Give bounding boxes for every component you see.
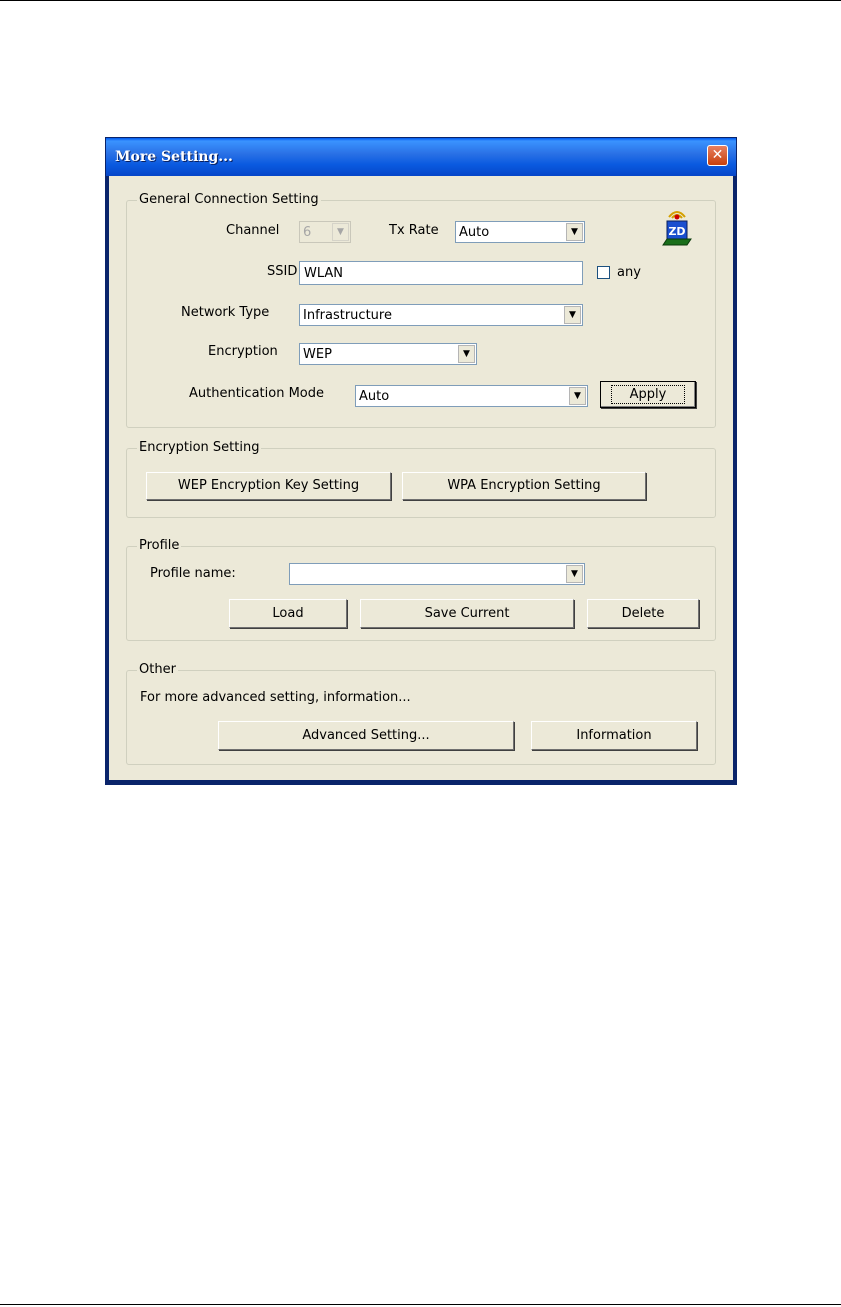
network-type-select[interactable]: Infrastructure ▼ bbox=[299, 304, 583, 326]
dialog-title: More Setting... bbox=[115, 149, 233, 165]
channel-value: 6 bbox=[303, 225, 312, 240]
profile-group: Profile Profile name: ▼ Load Save Curren… bbox=[126, 538, 716, 641]
authentication-mode-value: Auto bbox=[359, 389, 390, 404]
page-bottom-rule bbox=[0, 1304, 841, 1305]
authentication-mode-label: Authentication Mode bbox=[189, 386, 324, 401]
tx-rate-value: Auto bbox=[459, 225, 490, 240]
tx-rate-label: Tx Rate bbox=[389, 223, 439, 238]
load-profile-button[interactable]: Load bbox=[229, 599, 347, 628]
tx-rate-select[interactable]: Auto ▼ bbox=[455, 221, 585, 243]
any-checkbox[interactable] bbox=[597, 266, 610, 279]
ssid-field[interactable]: WLAN bbox=[299, 261, 583, 285]
other-legend: Other bbox=[137, 662, 178, 677]
page-top-rule bbox=[0, 0, 841, 1]
ssid-value: WLAN bbox=[304, 266, 344, 281]
encryption-setting-legend: Encryption Setting bbox=[137, 440, 262, 455]
advanced-setting-button[interactable]: Advanced Setting... bbox=[218, 721, 514, 750]
close-icon: ✕ bbox=[711, 147, 724, 163]
wpa-encryption-button[interactable]: WPA Encryption Setting bbox=[402, 472, 646, 500]
encryption-setting-group: Encryption Setting WEP Encryption Key Se… bbox=[126, 440, 716, 518]
profile-legend: Profile bbox=[137, 538, 182, 553]
wireless-adapter-icon: ZD bbox=[662, 211, 692, 246]
wep-encryption-key-button[interactable]: WEP Encryption Key Setting bbox=[146, 472, 391, 500]
close-button[interactable]: ✕ bbox=[707, 145, 728, 166]
more-setting-dialog: More Setting... ✕ General Connection Set… bbox=[105, 137, 737, 785]
apply-button[interactable]: Apply bbox=[600, 381, 696, 408]
title-bar[interactable]: More Setting... ✕ bbox=[106, 138, 736, 176]
encryption-label: Encryption bbox=[208, 344, 278, 359]
encryption-value: WEP bbox=[303, 347, 332, 362]
save-current-profile-button[interactable]: Save Current bbox=[360, 599, 574, 628]
channel-select: 6 ▼ bbox=[299, 221, 351, 243]
encryption-select[interactable]: WEP ▼ bbox=[299, 343, 477, 365]
general-connection-legend: General Connection Setting bbox=[137, 192, 321, 207]
general-connection-group: General Connection Setting Channel 6 ▼ T… bbox=[126, 192, 716, 428]
dialog-body: General Connection Setting Channel 6 ▼ T… bbox=[109, 176, 733, 780]
other-info-text: For more advanced setting, information..… bbox=[140, 690, 411, 705]
delete-profile-button[interactable]: Delete bbox=[587, 599, 699, 628]
chevron-down-icon[interactable]: ▼ bbox=[566, 565, 583, 583]
chevron-down-icon[interactable]: ▼ bbox=[569, 387, 586, 405]
profile-name-select[interactable]: ▼ bbox=[289, 563, 585, 585]
chevron-down-icon[interactable]: ▼ bbox=[458, 345, 475, 363]
network-type-value: Infrastructure bbox=[303, 308, 392, 323]
other-group: Other For more advanced setting, informa… bbox=[126, 662, 716, 765]
chevron-down-icon[interactable]: ▼ bbox=[566, 223, 583, 241]
chevron-down-icon[interactable]: ▼ bbox=[564, 306, 581, 324]
authentication-mode-select[interactable]: Auto ▼ bbox=[355, 385, 588, 407]
channel-label: Channel bbox=[226, 223, 280, 238]
network-type-label: Network Type bbox=[181, 305, 270, 320]
apply-button-label: Apply bbox=[610, 385, 686, 404]
icon-text: ZD bbox=[668, 225, 685, 238]
any-label: any bbox=[617, 265, 641, 280]
chevron-down-icon: ▼ bbox=[332, 223, 349, 241]
profile-name-label: Profile name: bbox=[150, 566, 236, 581]
ssid-label: SSID bbox=[267, 264, 298, 279]
information-button[interactable]: Information bbox=[531, 721, 697, 750]
